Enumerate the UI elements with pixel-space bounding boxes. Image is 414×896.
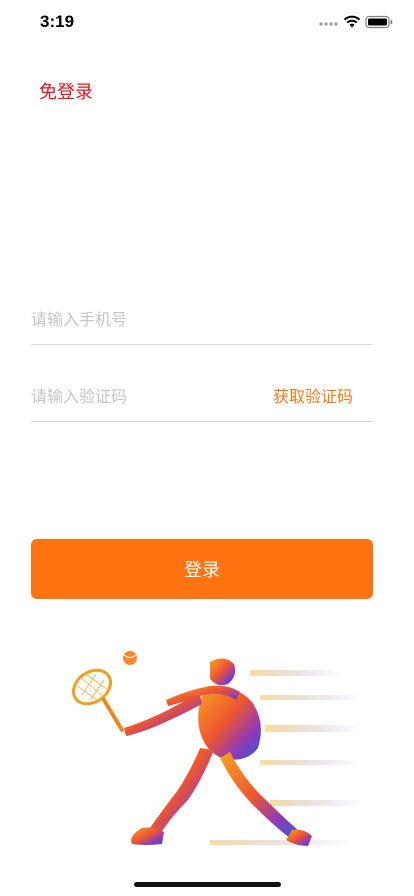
status-bar: 3:19 bbox=[0, 0, 414, 44]
skip-login-link[interactable]: 免登录 bbox=[39, 78, 93, 104]
player-figure bbox=[124, 658, 312, 846]
battery-icon bbox=[365, 15, 393, 29]
tennis-racket-icon bbox=[71, 668, 124, 732]
code-input[interactable] bbox=[31, 371, 261, 421]
home-indicator bbox=[134, 882, 281, 887]
status-time: 3:19 bbox=[40, 12, 75, 31]
status-icons bbox=[319, 15, 393, 29]
signal-icon bbox=[319, 22, 338, 26]
code-field: 获取验证码 bbox=[31, 371, 373, 422]
tennis-ball-icon bbox=[123, 651, 137, 665]
phone-input[interactable] bbox=[31, 294, 261, 344]
login-button[interactable]: 登录 bbox=[31, 539, 373, 599]
phone-field bbox=[31, 294, 373, 345]
get-code-button[interactable]: 获取验证码 bbox=[273, 383, 353, 407]
tennis-player-illustration bbox=[71, 651, 360, 846]
wifi-icon bbox=[343, 15, 361, 28]
